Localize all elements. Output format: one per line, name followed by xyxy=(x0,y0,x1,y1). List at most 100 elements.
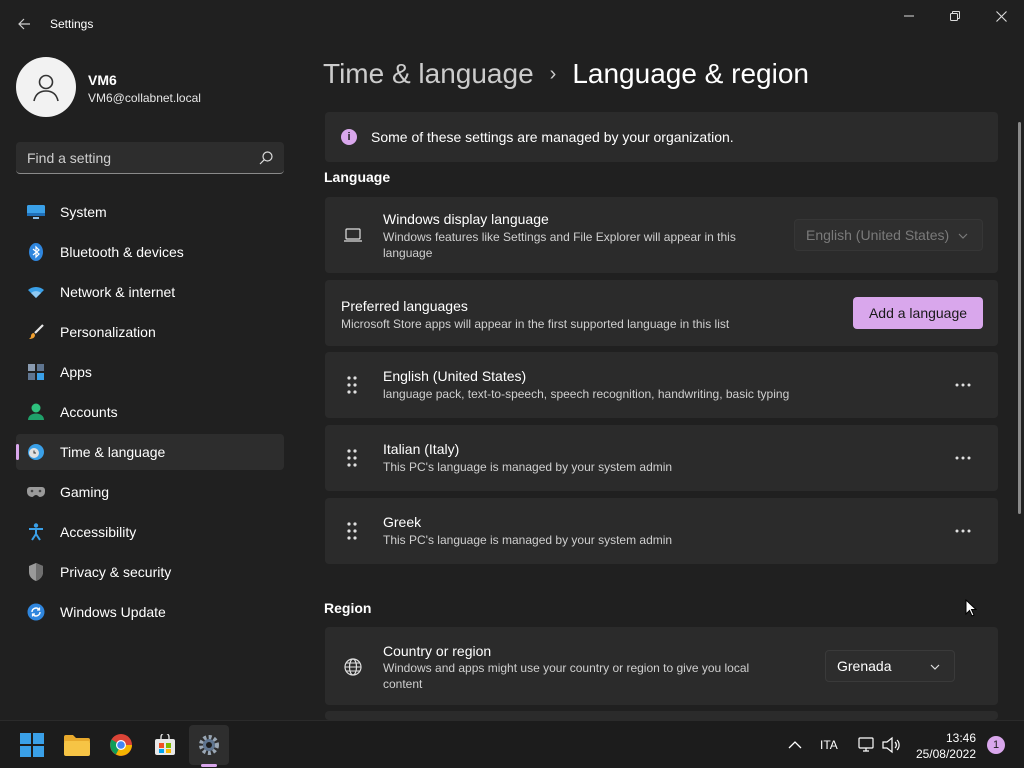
update-icon xyxy=(26,602,46,622)
sidebar-item-label: Gaming xyxy=(60,484,110,500)
language-name: English (United States) xyxy=(383,368,527,384)
file-explorer-icon xyxy=(64,735,90,756)
sidebar-item-label: Windows Update xyxy=(60,604,166,620)
shield-icon xyxy=(26,562,46,582)
brush-icon xyxy=(26,322,46,342)
sidebar-item-label: Time & language xyxy=(60,444,166,460)
notification-badge[interactable]: 1 xyxy=(987,736,1005,754)
sidebar-item-accounts[interactable]: Accounts xyxy=(16,394,284,430)
language-section-title: Language xyxy=(324,169,391,185)
clock-time: 13:46 xyxy=(945,731,976,745)
chevron-up-icon[interactable] xyxy=(785,735,805,755)
sidebar-item-accessibility[interactable]: Accessibility xyxy=(16,514,284,550)
page-title: Language & region xyxy=(572,58,809,89)
user-email: VM6@collabnet.local xyxy=(88,91,201,105)
sidebar-item-time-language[interactable]: Time & language xyxy=(16,434,284,470)
language-detail: language pack, text-to-speech, speech re… xyxy=(383,387,790,401)
sidebar-item-personalization[interactable]: Personalization xyxy=(16,314,284,350)
more-options-button[interactable] xyxy=(948,373,978,397)
language-name: Italian (Italy) xyxy=(383,441,460,457)
search-icon[interactable] xyxy=(258,150,274,166)
sidebar-item-windows-update[interactable]: Windows Update xyxy=(16,594,284,630)
breadcrumb: Time & language › Language & region xyxy=(323,58,809,90)
sidebar-item-bluetooth[interactable]: Bluetooth & devices xyxy=(16,234,284,270)
sidebar-item-network[interactable]: Network & internet xyxy=(16,274,284,310)
monitor-icon xyxy=(26,202,46,222)
display-language-value: English (United States) xyxy=(806,227,950,243)
clock[interactable]: 13:46 25/08/2022 xyxy=(904,730,976,762)
sidebar-item-label: Network & internet xyxy=(60,284,176,300)
scrollbar[interactable] xyxy=(1018,122,1021,514)
clock-globe-icon xyxy=(26,442,46,462)
country-region-dropdown[interactable]: Grenada xyxy=(825,650,955,682)
language-detail: This PC's language is managed by your sy… xyxy=(383,533,673,547)
more-icon xyxy=(955,456,971,460)
mouse-cursor-icon xyxy=(965,599,977,617)
sidebar-item-system[interactable]: System xyxy=(16,194,284,230)
sidebar-item-gaming[interactable]: Gaming xyxy=(16,474,284,510)
language-row[interactable]: Greek This PC's language is managed by y… xyxy=(325,498,998,564)
sidebar-item-label: Privacy & security xyxy=(60,564,172,580)
taskbar-store[interactable] xyxy=(145,725,185,765)
taskbar-file-explorer[interactable] xyxy=(57,725,97,765)
display-language-dropdown[interactable]: English (United States) xyxy=(794,219,983,251)
drag-handle-icon[interactable] xyxy=(344,448,360,468)
chevron-down-icon xyxy=(958,233,968,239)
next-card-partial xyxy=(325,711,998,720)
avatar[interactable] xyxy=(16,57,76,117)
taskbar-settings[interactable] xyxy=(189,725,229,765)
store-icon xyxy=(155,734,175,755)
preferred-languages-title: Preferred languages xyxy=(341,298,468,314)
restore-icon xyxy=(950,11,960,21)
sidebar-item-apps[interactable]: Apps xyxy=(16,354,284,390)
sidebar-nav: System Bluetooth & devices Network & int… xyxy=(16,194,284,634)
sidebar-item-label: Apps xyxy=(60,364,92,380)
sidebar-item-privacy-security[interactable]: Privacy & security xyxy=(16,554,284,590)
info-icon: i xyxy=(341,129,357,145)
language-detail: This PC's language is managed by your sy… xyxy=(383,460,673,474)
display-language-title: Windows display language xyxy=(383,211,549,227)
drag-handle-icon[interactable] xyxy=(344,375,360,395)
country-region-value: Grenada xyxy=(837,658,892,674)
more-options-button[interactable] xyxy=(948,446,978,470)
close-icon xyxy=(995,10,1007,22)
restore-button[interactable] xyxy=(932,4,978,28)
sidebar-item-label: Personalization xyxy=(60,324,156,340)
language-row[interactable]: Italian (Italy) This PC's language is ma… xyxy=(325,425,998,491)
person-icon xyxy=(26,402,46,422)
breadcrumb-parent[interactable]: Time & language xyxy=(323,58,534,90)
chevron-down-icon xyxy=(930,664,940,670)
laptop-icon xyxy=(344,228,362,242)
country-region-title: Country or region xyxy=(383,643,492,659)
search-box[interactable] xyxy=(16,142,284,174)
back-button[interactable] xyxy=(12,12,36,36)
settings-icon xyxy=(199,735,219,755)
minimize-button[interactable] xyxy=(886,4,932,28)
volume-icon[interactable] xyxy=(881,735,901,755)
add-language-button[interactable]: Add a language xyxy=(853,297,983,329)
taskbar-chrome[interactable] xyxy=(101,725,141,765)
start-button[interactable] xyxy=(12,725,52,765)
network-icon[interactable] xyxy=(857,735,877,755)
globe-icon xyxy=(344,658,362,676)
clock-date: 25/08/2022 xyxy=(915,747,976,761)
accessibility-icon xyxy=(26,522,46,542)
close-button[interactable] xyxy=(978,4,1024,28)
apps-icon xyxy=(26,362,46,382)
language-row[interactable]: English (United States) language pack, t… xyxy=(325,352,998,418)
country-region-card: Country or region Windows and apps might… xyxy=(325,627,998,705)
user-name: VM6 xyxy=(88,72,117,88)
drag-handle-icon[interactable] xyxy=(344,521,360,541)
bluetooth-icon xyxy=(26,242,46,262)
active-app-indicator xyxy=(201,764,217,767)
gamepad-icon xyxy=(26,482,46,502)
search-input[interactable] xyxy=(16,142,246,173)
sidebar-item-label: System xyxy=(60,204,107,220)
more-options-button[interactable] xyxy=(948,519,978,543)
display-language-card: Windows display language Windows feature… xyxy=(325,197,998,273)
input-language-indicator[interactable]: ITA xyxy=(820,738,838,752)
display-language-description: Windows features like Settings and File … xyxy=(383,230,736,260)
chrome-icon xyxy=(110,734,132,756)
breadcrumb-separator: › xyxy=(549,62,557,85)
sidebar-item-label: Accessibility xyxy=(60,524,137,540)
